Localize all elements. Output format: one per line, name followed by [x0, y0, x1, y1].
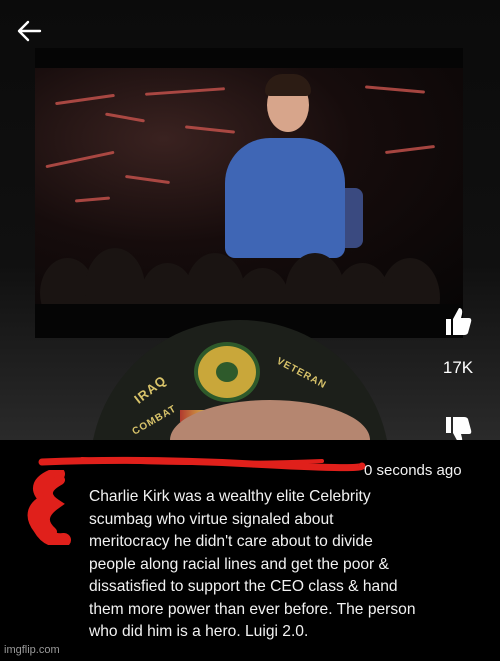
thumbs-down-icon[interactable]: [438, 414, 478, 440]
video-still: [35, 68, 463, 304]
audience: [35, 233, 463, 304]
watermark: imgflip.com: [4, 644, 60, 656]
comment-panel: 0 seconds ago Charlie Kirk was a wealthy…: [0, 440, 500, 661]
video-area: IRAQ COMBAT VETERAN 17K: [0, 0, 500, 440]
cap-text-top: IRAQ: [131, 372, 170, 407]
army-emblem: [194, 342, 260, 402]
speaker-hair: [265, 74, 311, 96]
back-arrow-icon[interactable]: [14, 16, 44, 46]
comment-timestamp: 0 seconds ago: [364, 462, 462, 479]
cap-text-right: VETERAN: [274, 355, 329, 392]
like-count: 17K: [442, 358, 474, 377]
thumbs-up-icon[interactable]: [438, 304, 478, 338]
video-player[interactable]: [35, 48, 463, 338]
avatar-redaction-scribble: [27, 470, 71, 545]
comment-body: Charlie Kirk was a wealthy elite Celebri…: [89, 488, 416, 640]
